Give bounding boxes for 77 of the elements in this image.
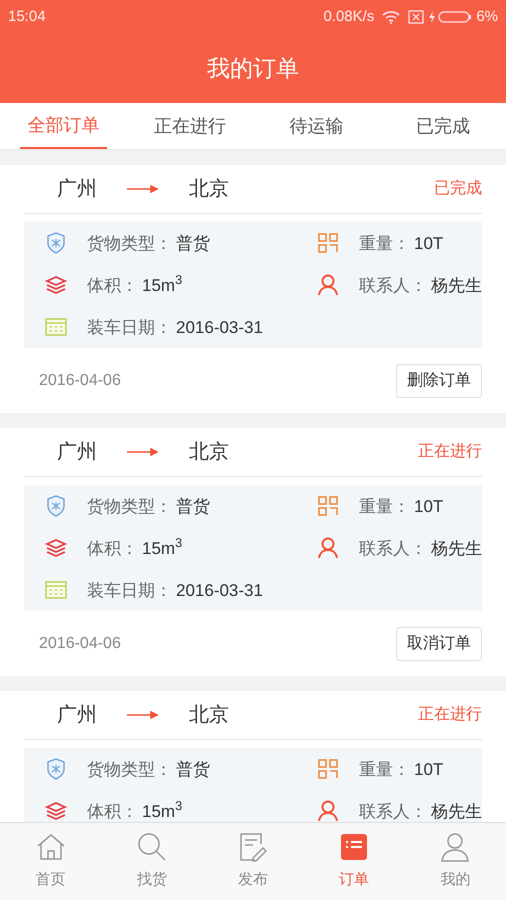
order-card[interactable]: 广州 北京 正在进行 货物类型： 普货 重量： 10T 体积： 15m$^{3}$ 联系人： 杨先生 装车日期： 2016-03-31 2016-04-06 取消订单	[0, 428, 506, 676]
page-title: 我的订单	[207, 54, 299, 84]
origin-city: 广州	[57, 177, 97, 202]
order-status: 已完成	[434, 178, 482, 199]
grid-icon	[318, 496, 338, 516]
field-label: 货物类型：	[87, 760, 172, 778]
order-tab[interactable]: 正在进行	[126, 103, 253, 149]
order-card[interactable]: 广州 北京 已完成 货物类型： 普货 重量： 10T 体积： 15m$^{3}$ 联系人： 杨先生 装车日期： 2016-03-31 2016-04-06 删除订单	[0, 165, 506, 413]
field-label: 重量：	[359, 498, 410, 514]
field-value: 2016-03-31	[176, 318, 263, 336]
field-label: 重量：	[359, 760, 410, 778]
field-label: 货物类型：	[87, 234, 172, 252]
field-label: 装车日期：	[87, 318, 172, 336]
wifi-icon	[382, 10, 400, 24]
person-icon	[318, 274, 338, 296]
calendar-icon	[44, 581, 66, 599]
person-icon	[440, 832, 470, 862]
shield-icon	[46, 495, 66, 517]
battery-icon	[438, 10, 472, 24]
grid-icon	[318, 233, 338, 253]
field-value: 2016-03-31	[176, 582, 263, 598]
field-label: 联系人：	[359, 540, 427, 556]
destination-city: 北京	[189, 177, 229, 202]
field-label: 体积：	[87, 540, 138, 556]
charging-icon	[428, 10, 436, 24]
route-arrow-icon	[127, 448, 158, 456]
layers-icon	[44, 538, 66, 558]
grid-icon	[318, 759, 338, 779]
field-label: 重量：	[359, 234, 410, 252]
route-arrow-icon	[127, 185, 158, 193]
network-speed: 0.08K/s	[323, 6, 374, 27]
field-value: 普货	[176, 760, 210, 778]
order-date: 2016-04-06	[39, 634, 121, 654]
field-value: 15m$^{3}$	[142, 276, 182, 294]
field-label: 货物类型：	[87, 498, 172, 514]
order-date: 2016-04-06	[39, 370, 121, 390]
sim-icon	[408, 10, 424, 24]
field-label: 装车日期：	[87, 582, 172, 598]
shield-icon	[46, 232, 66, 254]
order-status: 正在进行	[418, 442, 482, 462]
person-icon	[318, 800, 338, 822]
field-value: 15m$^{3}$	[142, 802, 182, 820]
field-value: 普货	[176, 234, 210, 252]
home-icon	[36, 833, 66, 862]
origin-city: 广州	[57, 703, 97, 728]
order-tab[interactable]: 已完成	[380, 103, 506, 149]
field-label: 联系人：	[359, 802, 427, 820]
destination-city: 北京	[189, 703, 229, 728]
layers-icon	[44, 801, 66, 821]
list-icon	[341, 834, 368, 860]
field-label: 联系人：	[359, 276, 427, 294]
order-action-button[interactable]: 删除订单	[396, 364, 482, 398]
origin-city: 广州	[57, 440, 97, 465]
order-action-button[interactable]: 取消订单	[396, 626, 482, 660]
field-label: 体积：	[87, 276, 138, 294]
field-label: 体积：	[87, 802, 138, 820]
person-icon	[318, 537, 338, 559]
calendar-icon	[44, 318, 66, 336]
field-value: 15m$^{3}$	[142, 540, 182, 556]
field-value: 杨先生	[431, 276, 482, 294]
field-value: 普货	[176, 498, 210, 514]
field-value: 杨先生	[431, 540, 482, 556]
status-time: 15:04	[8, 6, 46, 27]
field-value: 10T	[414, 760, 444, 778]
route-arrow-icon	[127, 711, 158, 719]
order-card[interactable]: 广州 北京 正在进行 货物类型： 普货 重量： 10T 体积： 15m$^{3}$ 联系人： 杨先生	[0, 691, 506, 822]
layers-icon	[44, 275, 66, 295]
order-tab[interactable]: 待运输	[253, 103, 380, 149]
field-value: 10T	[414, 234, 444, 252]
edit-document-icon	[238, 832, 267, 862]
battery-level: 6%	[476, 6, 498, 27]
order-status: 正在进行	[418, 704, 482, 725]
search-icon	[136, 832, 167, 862]
field-value: 10T	[414, 498, 444, 514]
shield-icon	[46, 758, 66, 780]
destination-city: 北京	[189, 440, 229, 465]
field-value: 杨先生	[431, 802, 482, 820]
